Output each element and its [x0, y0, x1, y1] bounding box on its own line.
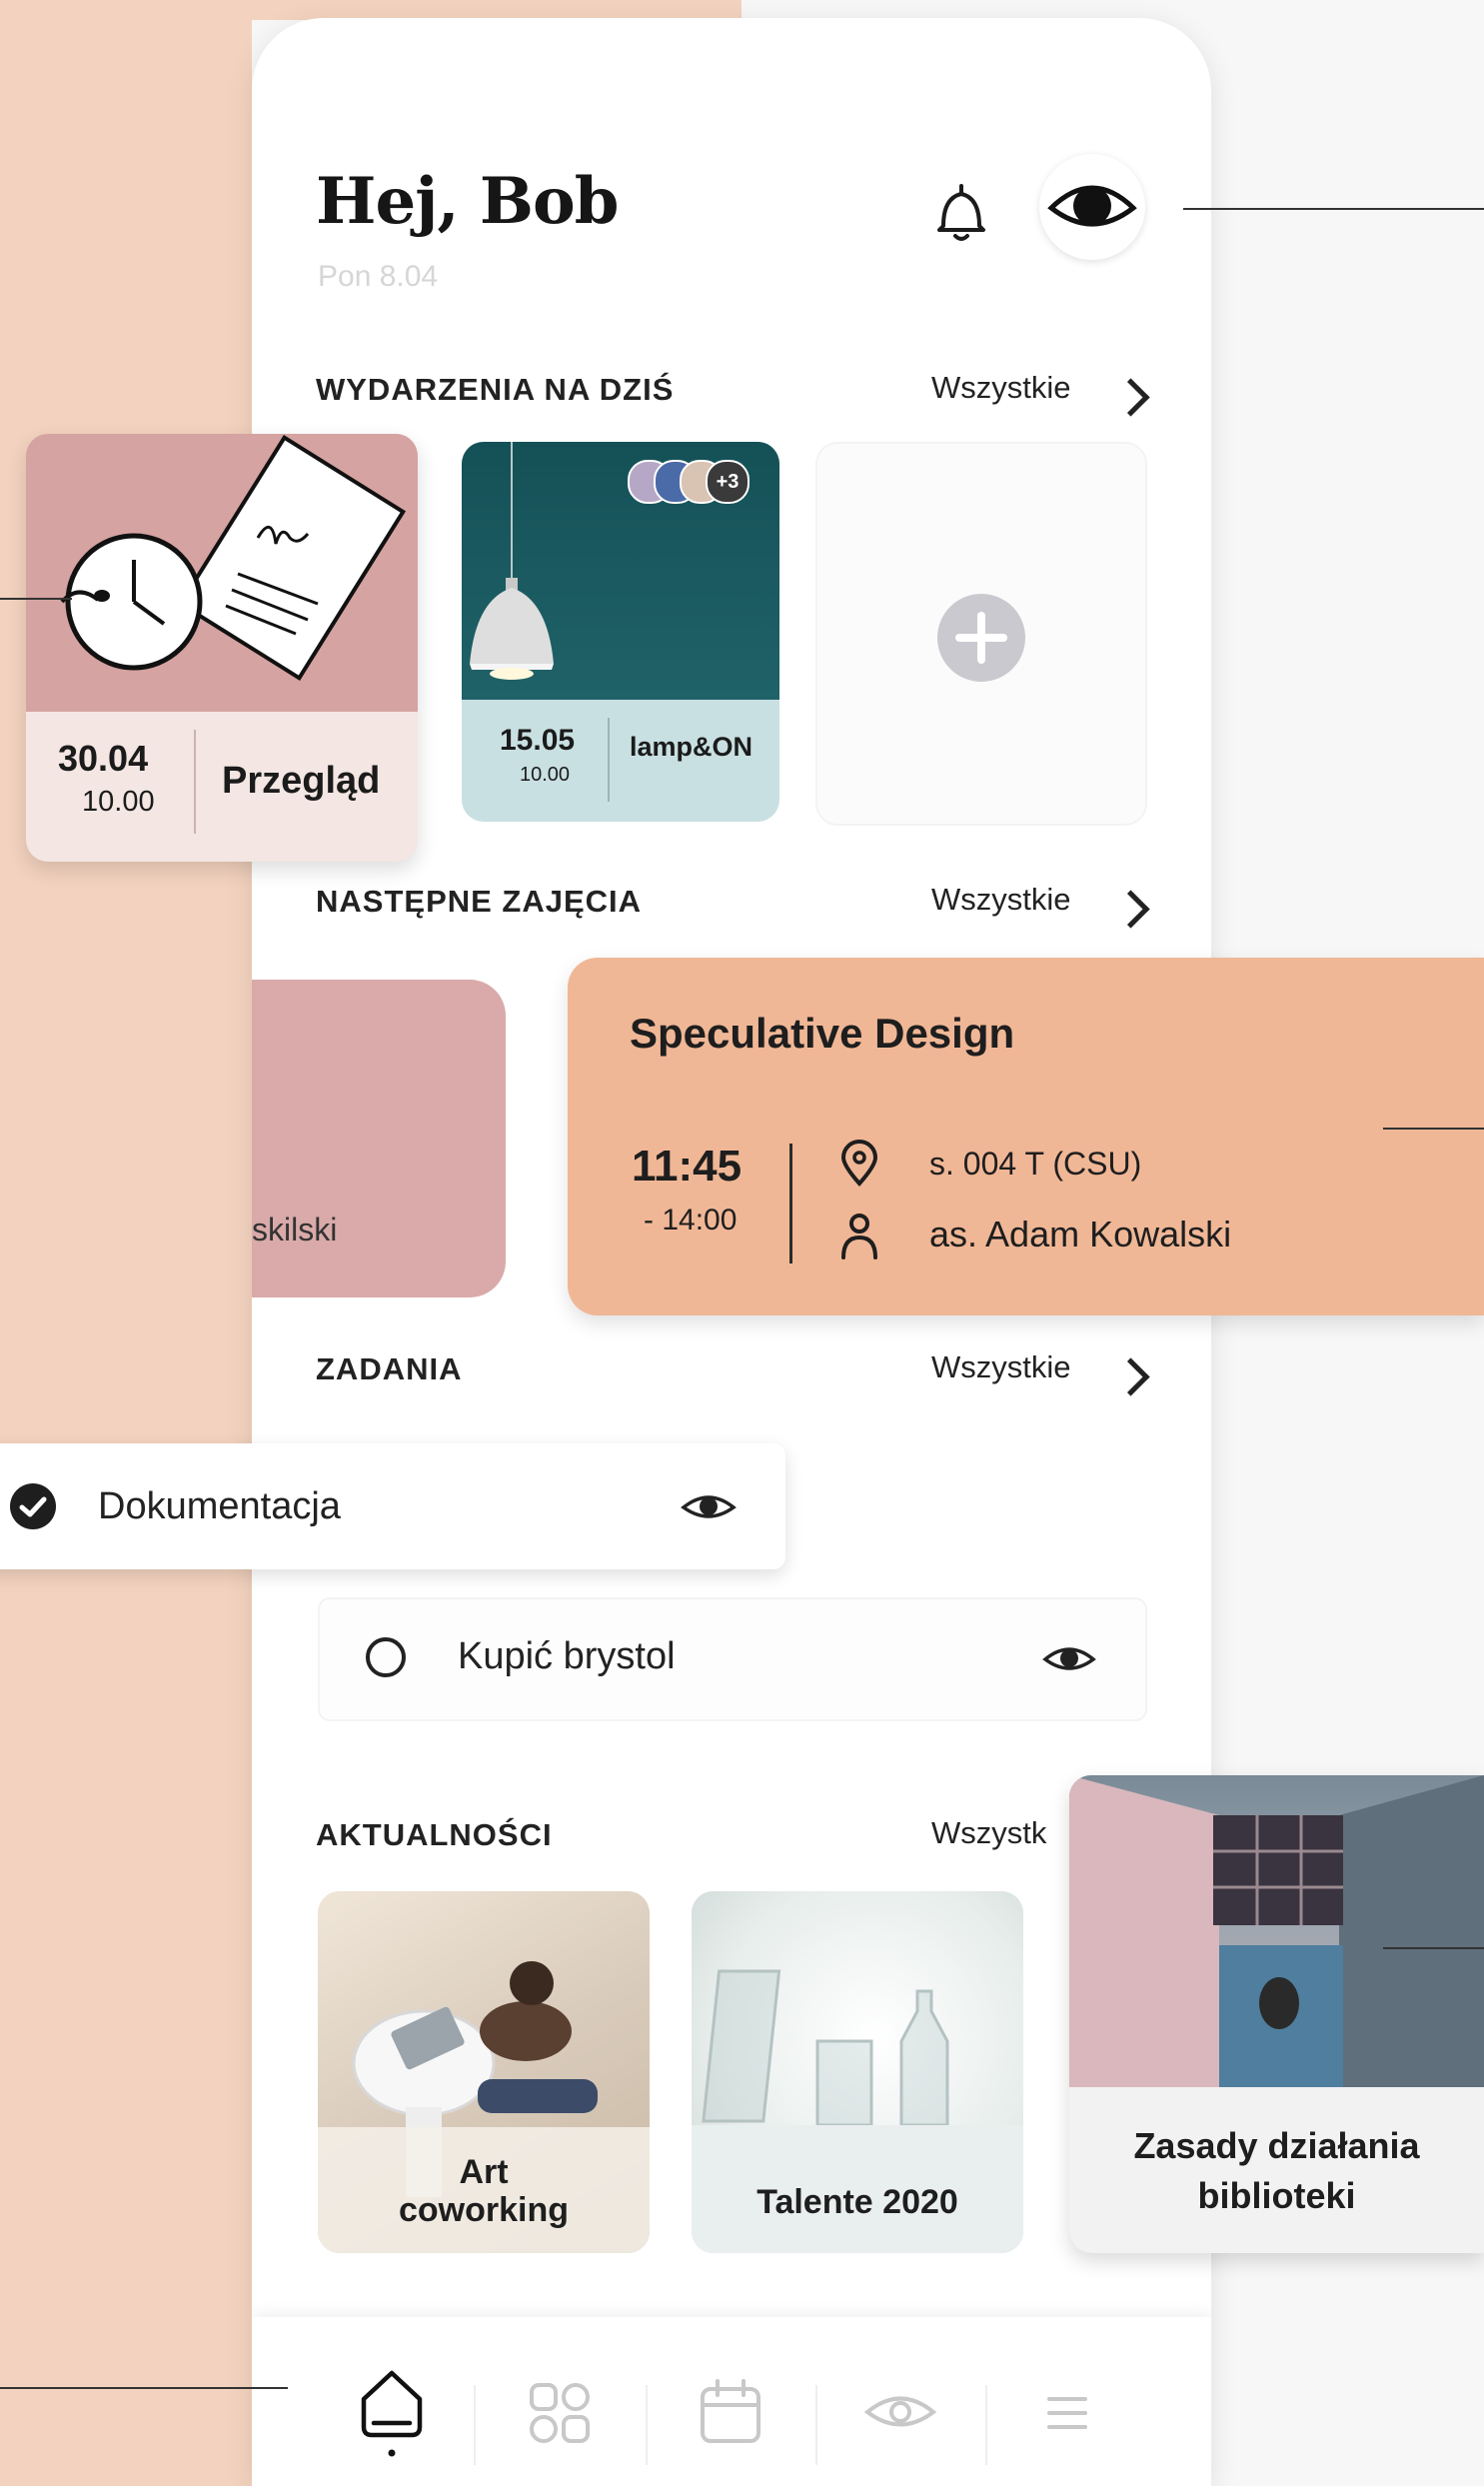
class-room: s. 004 T (CSU) — [929, 1146, 1142, 1182]
calendar-icon[interactable] — [698, 2377, 763, 2447]
news-title-line1: Art — [459, 2153, 509, 2191]
news-card-art-coworking[interactable]: Art coworking — [318, 1891, 650, 2253]
class-card-speculative-design[interactable]: Speculative Design 11:45 - 14:00 s. 004 … — [568, 958, 1484, 1315]
person-icon — [839, 1212, 879, 1261]
classes-section-title: NASTĘPNE ZAJĘCIA — [316, 884, 643, 919]
chevron-right-icon[interactable] — [1111, 1357, 1150, 1396]
tasks-section-title: ZADANIA — [316, 1351, 463, 1386]
event-label: lamp&ON — [630, 732, 753, 762]
tasks-see-all-link[interactable]: Wszystkie — [931, 1349, 1071, 1385]
news-title-panel — [1069, 2087, 1484, 2253]
news-card-library[interactable]: Zasady działania biblioteki — [1069, 1775, 1484, 2253]
news-section-title: AKTUALNOŚCI — [316, 1817, 553, 1852]
add-event-card[interactable] — [815, 442, 1147, 826]
events-section-title: WYDARZENIA NA DZIŚ — [316, 372, 675, 407]
nav-divider — [646, 2385, 648, 2465]
event-date: 30.04 — [58, 738, 149, 779]
news-title-line2: coworking — [398, 2191, 570, 2229]
task-item-completed[interactable]: Dokumentacja — [0, 1443, 785, 1569]
background-panel-top — [252, 0, 742, 20]
event-time: 10.00 — [82, 786, 155, 818]
plus-icon[interactable] — [937, 594, 1025, 682]
greeting-title: Hej, Bob — [316, 164, 619, 239]
nav-divider — [985, 2385, 987, 2465]
news-title-line2: biblioteki — [1197, 2175, 1356, 2216]
news-title: Talente 2020 — [756, 2183, 958, 2221]
chevron-right-icon[interactable] — [1111, 378, 1150, 417]
nav-divider — [815, 2385, 817, 2465]
callout-line — [0, 2387, 288, 2389]
class-time-end: - 14:00 — [644, 1204, 738, 1237]
task-label: Kupić brystol — [458, 1635, 676, 1677]
avatar[interactable] — [1039, 154, 1145, 260]
news-card-talente[interactable]: Talente 2020 — [692, 1891, 1023, 2253]
library-image — [1069, 1775, 1484, 2087]
divider — [789, 1144, 792, 1263]
location-pin-icon — [839, 1140, 879, 1188]
task-label: Dokumentacja — [98, 1485, 341, 1527]
divider — [194, 730, 196, 834]
chevron-right-icon[interactable] — [1111, 890, 1150, 929]
class-name: Speculative Design — [630, 1010, 1015, 1057]
home-icon[interactable] — [352, 2365, 432, 2465]
class-time-start: 11:45 — [632, 1142, 742, 1191]
checkbox-unchecked[interactable] — [366, 1637, 406, 1677]
eye-icon[interactable] — [680, 1489, 738, 1525]
review-illustration — [26, 434, 418, 712]
date-label: Pon 8.04 — [318, 260, 439, 293]
task-item[interactable]: Kupić brystol — [318, 1597, 1147, 1721]
eye-icon[interactable] — [1041, 1641, 1097, 1677]
divider — [608, 718, 610, 802]
events-see-all-link[interactable]: Wszystkie — [931, 370, 1071, 406]
bell-icon[interactable] — [933, 178, 989, 248]
event-label: Przegląd — [222, 760, 381, 802]
checkbox-checked-icon[interactable] — [8, 1481, 58, 1531]
event-card-lamp[interactable]: +3 15.05 10.00 lamp&ON — [462, 442, 779, 822]
class-teacher: as. Adam Kowalski — [929, 1214, 1232, 1254]
event-card-review[interactable]: 30.04 10.00 Przegląd — [26, 434, 418, 862]
eye-logo-icon — [1047, 185, 1137, 227]
background-panel — [0, 0, 252, 2486]
event-time: 10.00 — [520, 764, 571, 786]
eye-icon[interactable] — [863, 2389, 937, 2435]
attendees-more-badge: +3 — [706, 460, 749, 504]
class-card-partial[interactable]: skilski — [252, 980, 506, 1297]
callout-line — [1183, 208, 1484, 210]
menu-icon[interactable] — [1045, 2391, 1089, 2435]
attendee-avatars: +3 — [628, 460, 761, 504]
event-date: 15.05 — [500, 724, 576, 757]
nav-divider — [474, 2385, 476, 2465]
news-title-line1: Zasady działania — [1133, 2125, 1420, 2166]
callout-line — [1383, 1128, 1484, 1130]
callout-line — [0, 598, 72, 600]
grid-icon[interactable] — [528, 2381, 592, 2445]
callout-line — [1383, 1947, 1484, 1949]
class-teacher-partial: skilski — [252, 1212, 338, 1247]
classes-see-all-link[interactable]: Wszystkie — [931, 882, 1071, 918]
news-see-all-link[interactable]: Wszystk — [931, 1815, 1046, 1851]
